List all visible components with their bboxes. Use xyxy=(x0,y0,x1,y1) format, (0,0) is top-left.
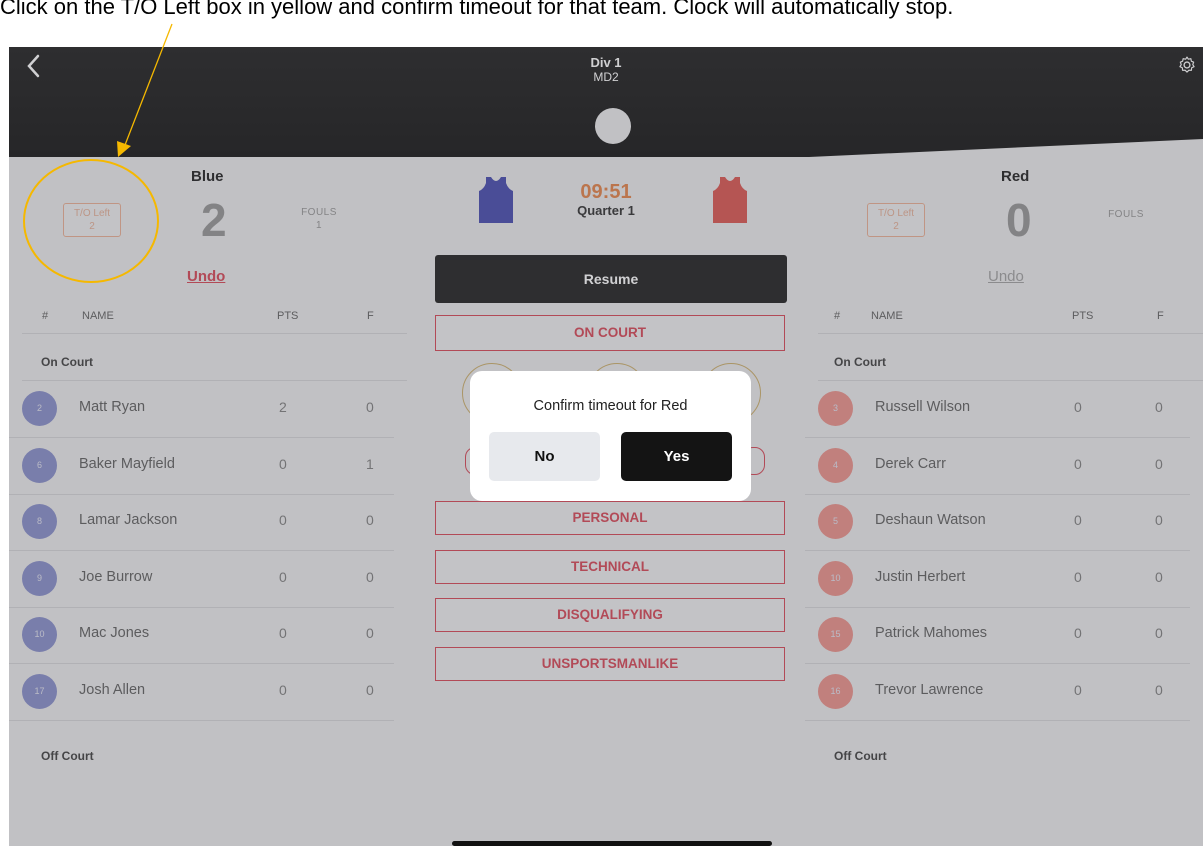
dialog-message: Confirm timeout for Red xyxy=(533,398,688,414)
home-indicator xyxy=(452,841,772,846)
scorekeeper-app: Div 1 MD2 Blue T/O Left 2 2 FOULS 1 Undo… xyxy=(9,47,1203,846)
no-button[interactable]: No xyxy=(489,432,600,481)
confirm-timeout-dialog: Confirm timeout for Red No Yes xyxy=(470,371,751,501)
yes-button[interactable]: Yes xyxy=(621,432,732,481)
annotation-caption: Click on the T/O Left box in yellow and … xyxy=(0,0,954,19)
